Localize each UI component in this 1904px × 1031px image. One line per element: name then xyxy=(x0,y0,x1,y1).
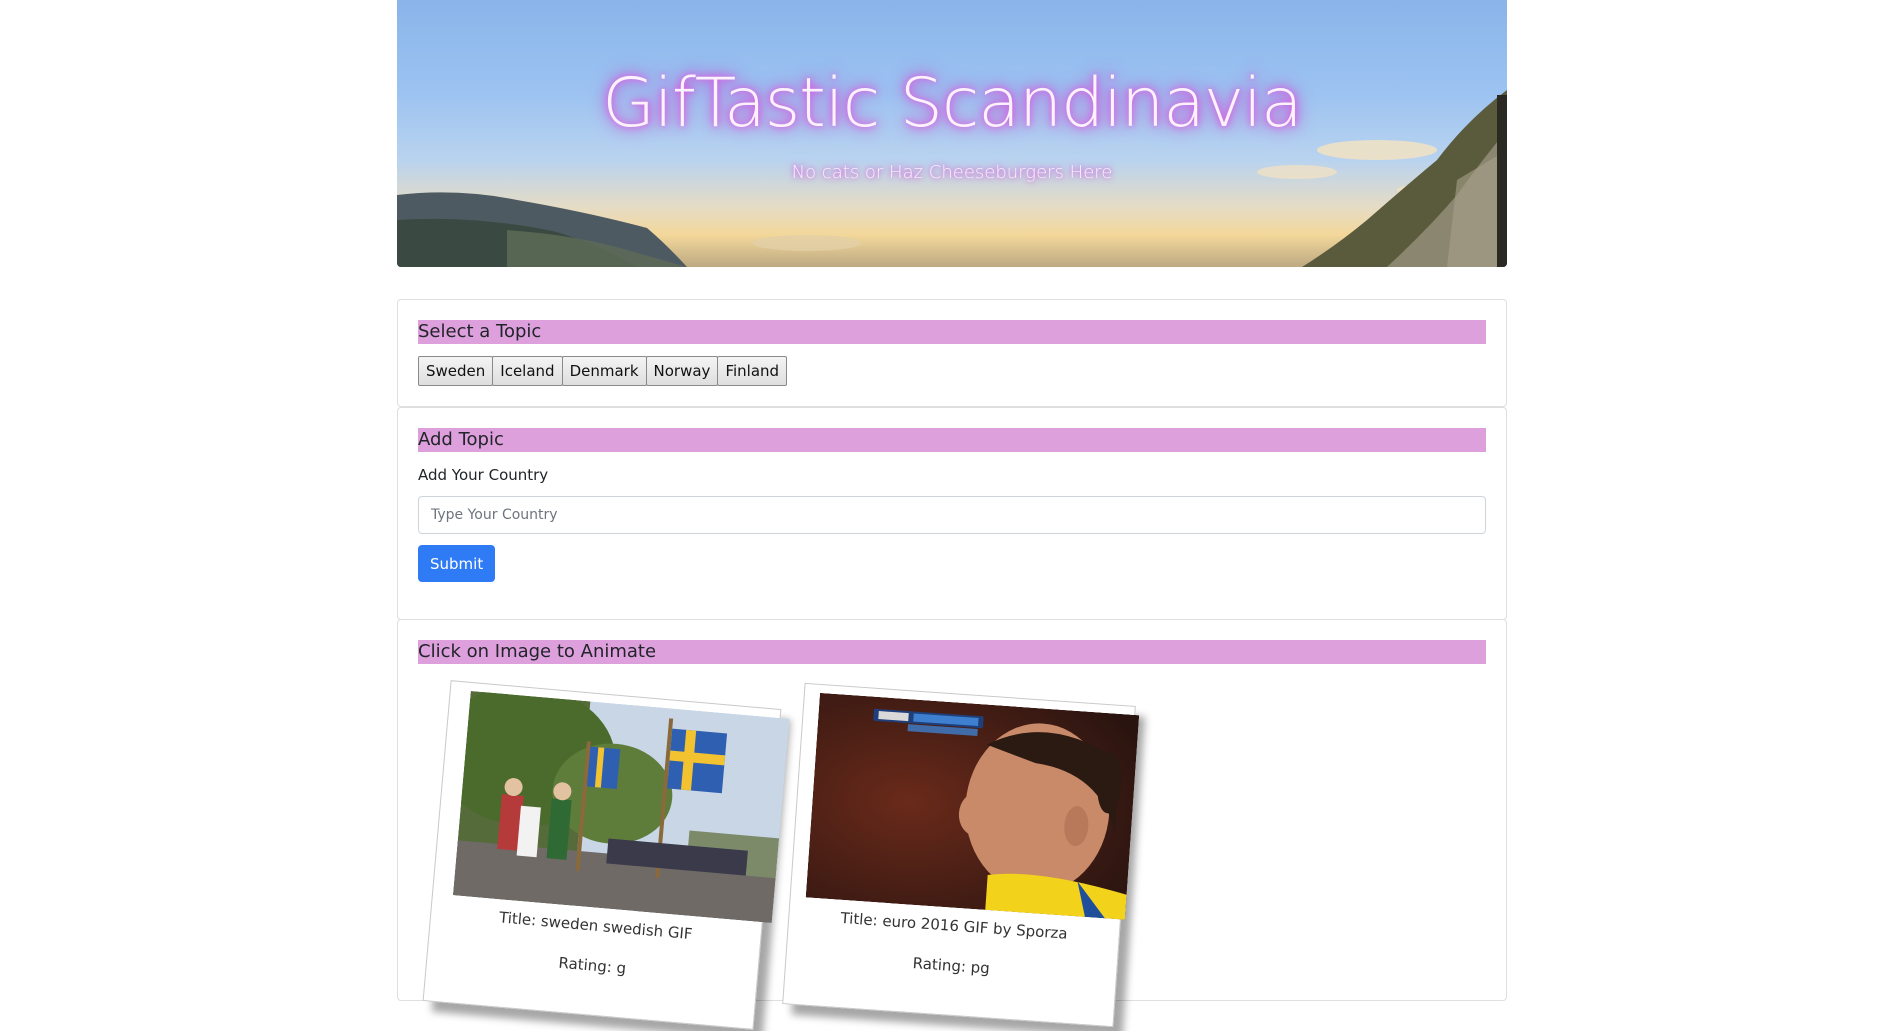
topic-button-finland[interactable]: Finland xyxy=(717,356,788,386)
gif-results: Title: sweden swedish GIF Rating: g Titl… xyxy=(418,676,1486,1030)
add-topic-heading: Add Topic xyxy=(418,428,1486,452)
topics-card: Select a Topic Sweden Iceland Denmark No… xyxy=(397,299,1507,407)
submit-button[interactable]: Submit xyxy=(418,545,496,582)
gif-card[interactable]: Title: sweden swedish GIF Rating: g xyxy=(422,680,790,1030)
page-subtitle: No cats or Haz Cheeseburgers Here xyxy=(791,162,1113,183)
topic-button-norway[interactable]: Norway xyxy=(645,356,719,386)
gif-image[interactable] xyxy=(452,690,790,924)
country-input[interactable] xyxy=(418,496,1486,534)
main-container: GifTastic Scandinavia No cats or Haz Che… xyxy=(397,0,1507,1030)
topic-button-iceland[interactable]: Iceland xyxy=(492,356,563,386)
add-topic-card: Add Topic Add Your Country Submit xyxy=(397,407,1507,620)
topic-button-denmark[interactable]: Denmark xyxy=(561,356,647,386)
topic-button-group: Sweden Iceland Denmark Norway Finland xyxy=(418,356,1486,386)
gifs-card: Click on Image to Animate Title: sweden … xyxy=(397,619,1507,1030)
topics-heading: Select a Topic xyxy=(418,320,1486,344)
jumbotron-header: GifTastic Scandinavia No cats or Haz Che… xyxy=(397,0,1507,267)
country-field-label: Add Your Country xyxy=(418,466,549,484)
gif-card[interactable]: Title: euro 2016 GIF by Sporza Rating: p… xyxy=(782,682,1140,1028)
gif-rating: Rating: pg xyxy=(912,954,991,978)
gif-image[interactable] xyxy=(805,692,1140,920)
gif-rating: Rating: g xyxy=(557,953,627,978)
gifs-heading: Click on Image to Animate xyxy=(418,640,1486,664)
topic-button-sweden[interactable]: Sweden xyxy=(418,356,494,386)
page-title: GifTastic Scandinavia xyxy=(602,64,1302,143)
